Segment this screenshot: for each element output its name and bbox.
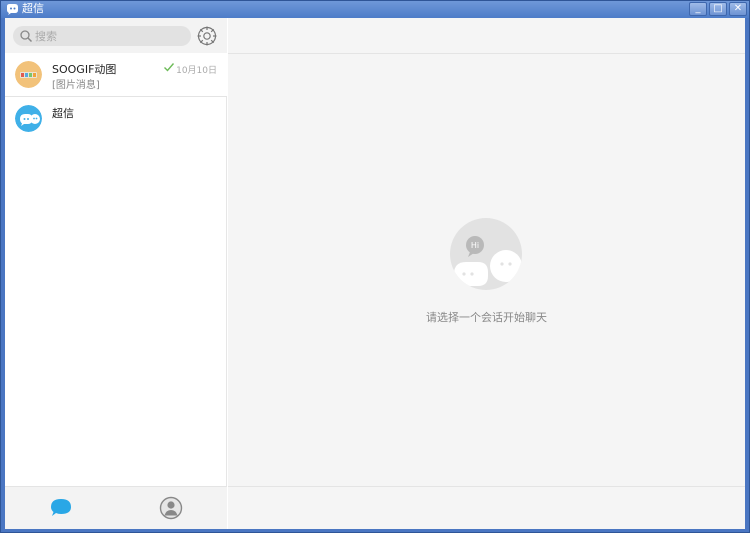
chat-panel: Hi 请选择一个会话开始聊天 <box>228 18 745 529</box>
check-icon <box>164 63 175 72</box>
window-title: 超信 <box>22 2 44 15</box>
bottom-nav <box>5 486 227 529</box>
search-box[interactable] <box>13 26 191 46</box>
client-area: SOOGIF动图 [图片消息] 10月10日 超信 <box>5 18 745 529</box>
chat-header <box>228 18 745 54</box>
title-bar[interactable]: 超信 _ □ ✕ <box>1 1 749 18</box>
conversation-item-soogif[interactable]: SOOGIF动图 [图片消息] 10月10日 <box>5 53 227 97</box>
chat-input-area <box>228 486 745 529</box>
conversation-panel: SOOGIF动图 [图片消息] 10月10日 超信 <box>5 18 227 529</box>
search-input[interactable] <box>35 27 185 45</box>
chat-bubble-icon[interactable] <box>49 496 73 520</box>
window-controls: _ □ ✕ <box>687 2 747 16</box>
contacts-icon[interactable] <box>159 496 183 520</box>
maximize-button[interactable]: □ <box>709 2 727 16</box>
conversation-name: 超信 <box>52 107 74 120</box>
conversation-time: 10月10日 <box>176 66 217 76</box>
soogif-avatar <box>15 61 42 88</box>
conversation-name: SOOGIF动图 <box>52 63 117 76</box>
empty-chat-message: 请选择一个会话开始聊天 <box>426 311 547 324</box>
conversation-preview: [图片消息] <box>52 80 100 91</box>
conversation-item-chaoxin[interactable]: 超信 <box>5 97 227 141</box>
hi-badge-text: Hi <box>471 241 479 250</box>
search-bar <box>5 18 227 53</box>
close-button[interactable]: ✕ <box>729 2 747 16</box>
app-logo-icon <box>7 4 18 15</box>
empty-chat-logo-icon: Hi <box>450 218 522 290</box>
search-icon <box>20 30 33 43</box>
settings-gear-icon[interactable] <box>196 25 218 47</box>
chaoxin-avatar <box>15 105 42 132</box>
app-window: 超信 _ □ ✕ 搜索 SOOGIF动图 [图片消息] 10月10日 超信 Hi… <box>0 0 750 533</box>
minimize-button[interactable]: _ <box>689 2 707 16</box>
conversation-list: SOOGIF动图 [图片消息] 10月10日 超信 <box>5 53 227 141</box>
